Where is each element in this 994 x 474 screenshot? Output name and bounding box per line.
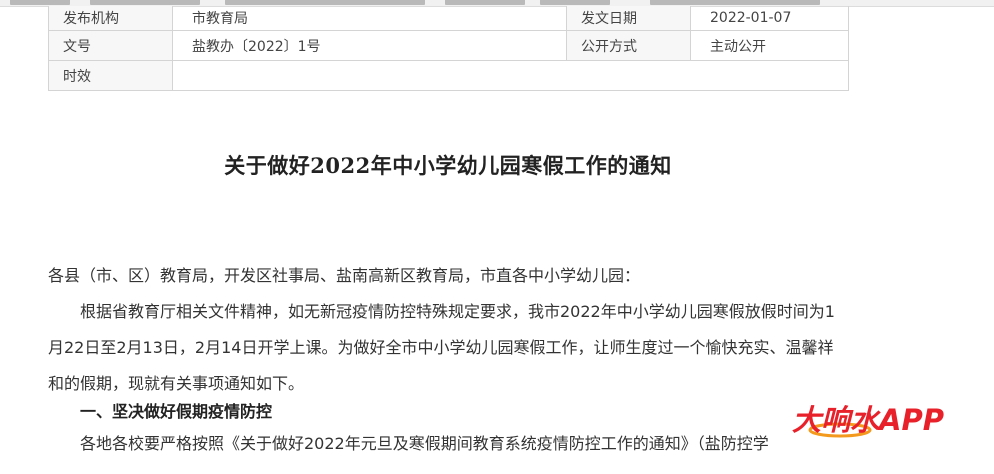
- meta-label: 文号: [48, 30, 173, 61]
- table-row: 发布机构 市教育局 发文日期 2022-01-07: [48, 6, 849, 31]
- body-paragraph: 各地各校要严格按照《关于做好2022年元旦及寒假期间教育系统疫情防控工作的通知》…: [80, 434, 769, 453]
- meta-value: 市教育局: [172, 6, 567, 31]
- section-heading: 一、坚决做好假期疫情防控: [80, 402, 273, 421]
- document-metadata-table: 发布机构 市教育局 发文日期 2022-01-07 文号 盐教办〔2022〕1号…: [48, 6, 849, 91]
- meta-value: 主动公开: [690, 30, 849, 61]
- salutation: 各县（市、区）教育局，开发区社事局、盐南高新区教育局，市直各中小学幼儿园：: [48, 266, 641, 285]
- dxs-app-watermark-logo: 大响水APP: [792, 403, 944, 438]
- body-paragraph: 根据省教育厅相关文件精神，如无新冠疫情防控特殊规定要求，我市2022年中小学幼儿…: [48, 302, 835, 393]
- meta-label: 公开方式: [566, 30, 691, 61]
- meta-value: [172, 60, 849, 91]
- meta-value: 2022-01-07: [690, 6, 849, 31]
- meta-label: 时效: [48, 60, 173, 91]
- watermark-text: 大响水APP: [792, 403, 944, 437]
- document-title: 关于做好2022年中小学幼儿园寒假工作的通知: [224, 153, 672, 178]
- meta-label: 发文日期: [566, 6, 691, 31]
- meta-value: 盐教办〔2022〕1号: [172, 30, 567, 61]
- meta-label: 发布机构: [48, 6, 173, 31]
- table-row: 时效: [48, 60, 849, 91]
- table-row: 文号 盐教办〔2022〕1号 公开方式 主动公开: [48, 30, 849, 61]
